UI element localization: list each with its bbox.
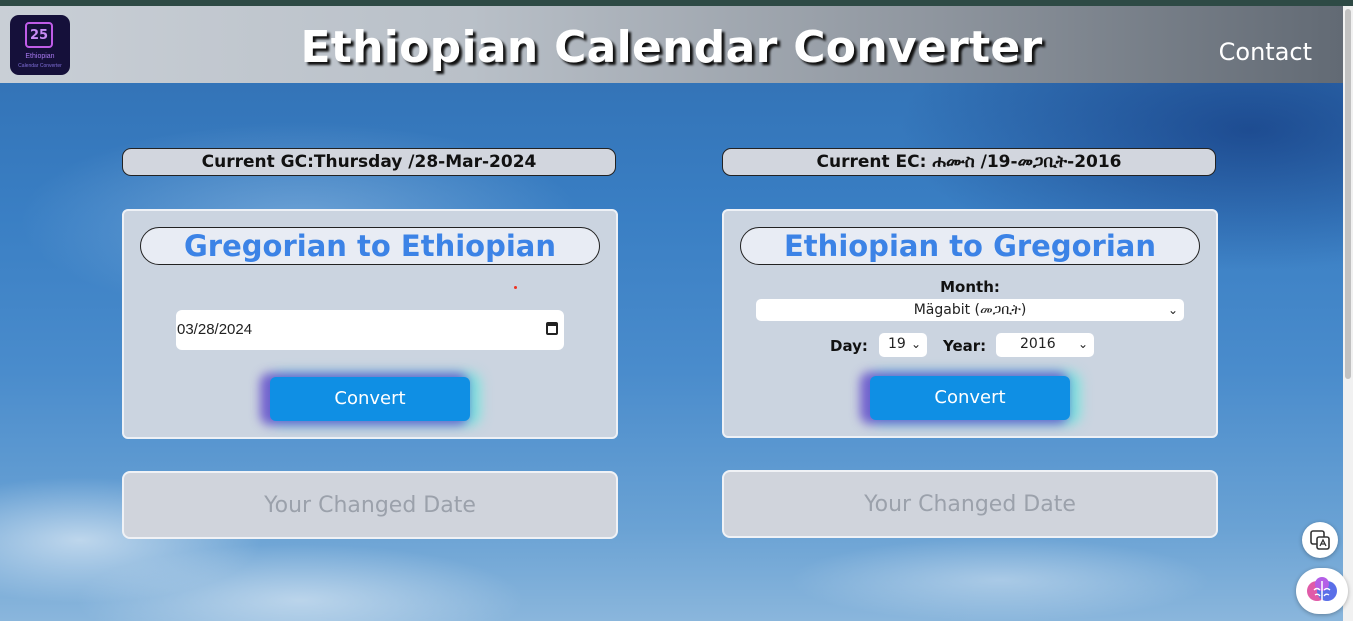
scrollbar-thumb[interactable] [1345,9,1351,379]
gregorian-to-ethiopian-panel: Gregorian to Ethiopian 03/28/2024 Conver… [122,209,618,439]
panel-title-ethiopian-to-gregorian: Ethiopian to Gregorian [740,227,1200,265]
month-select[interactable]: Mägabit (መጋቢት) ⌄ [756,299,1184,321]
page-title: Ethiopian Calendar Converter [300,22,1043,73]
site-header: 25 Ethiopian Calendar Converter Ethiopia… [0,6,1343,83]
convert-gc-to-ec-button[interactable]: Convert [270,377,470,421]
current-gc-date: Current GC:Thursday /28-Mar-2024 [122,148,616,176]
day-select-value: 19 [888,336,906,352]
translate-icon[interactable] [1302,522,1338,558]
convert-ec-to-gc-button[interactable]: Convert [870,376,1070,420]
ethiopian-to-gregorian-panel: Ethiopian to Gregorian Month: Mägabit (መ… [722,209,1218,438]
gregorian-date-input[interactable]: 03/28/2024 [176,310,564,350]
gregorian-date-value: 03/28/2024 [177,321,253,338]
chevron-down-icon: ⌄ [1077,337,1088,351]
gc-to-ec-result: Your Changed Date [122,471,618,539]
day-label: Day: [830,337,868,355]
year-select[interactable]: 2016 ⌄ [996,333,1094,357]
month-label: Month: [940,278,1000,296]
page-scrollbar[interactable] [1343,6,1353,621]
ec-to-gc-result: Your Changed Date [722,470,1218,538]
month-select-value: Mägabit (መጋቢት) [913,302,1027,318]
panel-title-gregorian-to-ethiopian: Gregorian to Ethiopian [140,227,600,265]
chevron-down-icon: ⌄ [1167,303,1178,317]
calendar-icon[interactable] [546,322,558,335]
year-select-value: 2016 [1020,336,1056,352]
contact-link[interactable]: Contact [1219,38,1312,66]
year-label: Year: [943,337,987,355]
chevron-down-icon: ⌄ [910,337,921,351]
decorative-dot [514,286,517,289]
current-ec-date: Current EC: ሐሙስ /19-መጋቢት-2016 [722,148,1216,176]
day-select[interactable]: 19 ⌄ [879,333,927,357]
brain-icon[interactable] [1296,568,1348,614]
